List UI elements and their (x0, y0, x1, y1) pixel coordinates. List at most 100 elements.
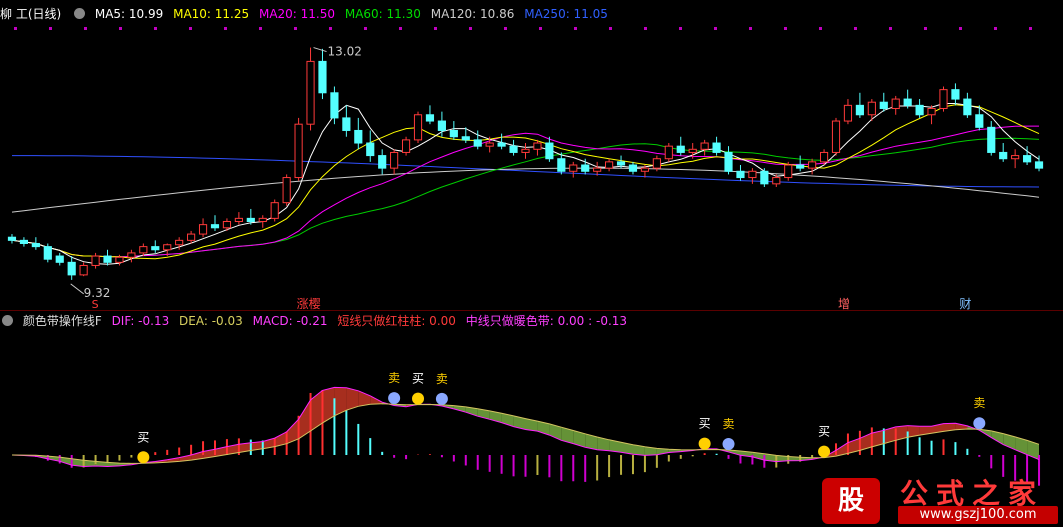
candle-body (437, 120, 446, 131)
ma120-line (11, 167, 1040, 213)
candle-body (366, 142, 375, 157)
watermark-logo: 股 公式之家 www.gszj100.com (822, 472, 1063, 527)
buy-smile-icon (137, 451, 150, 464)
color-band-segment (298, 400, 311, 439)
candle-body (234, 217, 243, 223)
color-band-segment (322, 387, 335, 423)
indicator-title[interactable]: 颜色带操作线F (23, 314, 102, 328)
candle-body (270, 202, 279, 219)
header-dot (154, 27, 157, 30)
buy-smile-icon (698, 437, 711, 450)
header-dot (49, 27, 52, 30)
candle-body (1034, 161, 1044, 169)
header-dot (259, 27, 262, 30)
candle-body (19, 239, 28, 244)
candle-body (318, 60, 327, 94)
candle-body (67, 261, 76, 276)
candle-body (55, 255, 64, 263)
candle-body (246, 217, 255, 223)
header-dot (889, 27, 892, 30)
header-dot (749, 27, 752, 30)
candle-body (342, 117, 351, 131)
ma250-line (12, 155, 1040, 188)
candle-body (867, 101, 876, 116)
pane-divider[interactable] (0, 310, 1063, 311)
candle-body (139, 246, 148, 254)
short-line-label: 短线只做红柱柱: 0.00 (337, 314, 456, 328)
ma20-label: MA20: 11.50 (258, 7, 336, 21)
candle-body (354, 129, 363, 144)
candle-body (461, 136, 470, 141)
header-dot (224, 27, 227, 30)
header-dot (1029, 27, 1032, 30)
candle-body (891, 98, 900, 109)
macd-label: MACD: -0.21 (252, 314, 328, 328)
candle-body (198, 224, 208, 235)
header-dot (784, 27, 787, 30)
buy-label: 买 (699, 417, 711, 431)
high-pointer (313, 47, 327, 53)
candle-body (187, 233, 196, 241)
candle-body (796, 164, 805, 169)
candle-body (569, 164, 578, 172)
header-dot (854, 27, 857, 30)
buy-smile-icon (412, 392, 425, 405)
candle-body (330, 92, 339, 119)
candle-body (7, 236, 17, 241)
candle-body (521, 148, 530, 153)
header-dot (994, 27, 997, 30)
candle-body (210, 224, 220, 229)
candle-body (306, 60, 315, 125)
candle-body (509, 145, 518, 153)
indicator-dropdown-icon[interactable] (2, 315, 13, 326)
candle-body (951, 89, 960, 100)
header-dot (84, 27, 87, 30)
candle-body (903, 98, 912, 106)
header-dot (959, 27, 962, 30)
dif-label: DIF: -0.13 (111, 314, 170, 328)
candle-body (808, 161, 817, 169)
ma250-label: MA250: 11.05 (524, 7, 608, 21)
candle-body (664, 145, 673, 160)
ma5-line (11, 103, 1040, 265)
candle-body (43, 246, 52, 260)
candle-body (616, 161, 626, 166)
candle-body (91, 255, 100, 266)
candle-body (975, 114, 984, 128)
sell-label: 卖 (388, 371, 400, 385)
header-dot (504, 27, 507, 30)
sell-label: 卖 (723, 417, 735, 431)
candle-body (497, 142, 506, 147)
stock-title[interactable]: 柳 工(日线) (0, 7, 61, 21)
candle-body (1011, 155, 1020, 160)
header-dot (469, 27, 472, 30)
candle-body (676, 145, 685, 153)
candle-body (652, 158, 661, 169)
candle-body (413, 114, 423, 141)
candle-body (831, 120, 841, 153)
candle-body (103, 255, 112, 263)
indicator-header: 颜色带操作线F DIF: -0.13 DEA: -0.03 MACD: -0.2… (0, 313, 633, 329)
candle-body (425, 114, 435, 122)
high-label: 13.02 (328, 45, 362, 59)
low-pointer (70, 283, 84, 295)
ma60-label: MA60: 11.30 (344, 7, 421, 21)
candle-body (628, 164, 638, 172)
candle-body (879, 101, 888, 109)
header-dot (434, 27, 437, 30)
sell-frown-icon (388, 392, 401, 405)
header-dot (819, 27, 822, 30)
header-dot (294, 27, 297, 30)
candle-body (294, 123, 303, 179)
header-dot (189, 27, 192, 30)
zhangting-label: 涨樱 (297, 296, 321, 311)
dea-label: DEA: -0.03 (179, 314, 243, 328)
buy-smile-icon (818, 445, 831, 458)
header-dot (609, 27, 612, 30)
dropdown-icon[interactable] (74, 8, 86, 19)
header-dot (14, 27, 17, 30)
mid-line-label: 中线只做暖色带: 0.00 : -0.13 (465, 314, 628, 328)
candle-body (163, 244, 172, 251)
candle-body (151, 246, 160, 251)
candle-body (1023, 155, 1032, 163)
